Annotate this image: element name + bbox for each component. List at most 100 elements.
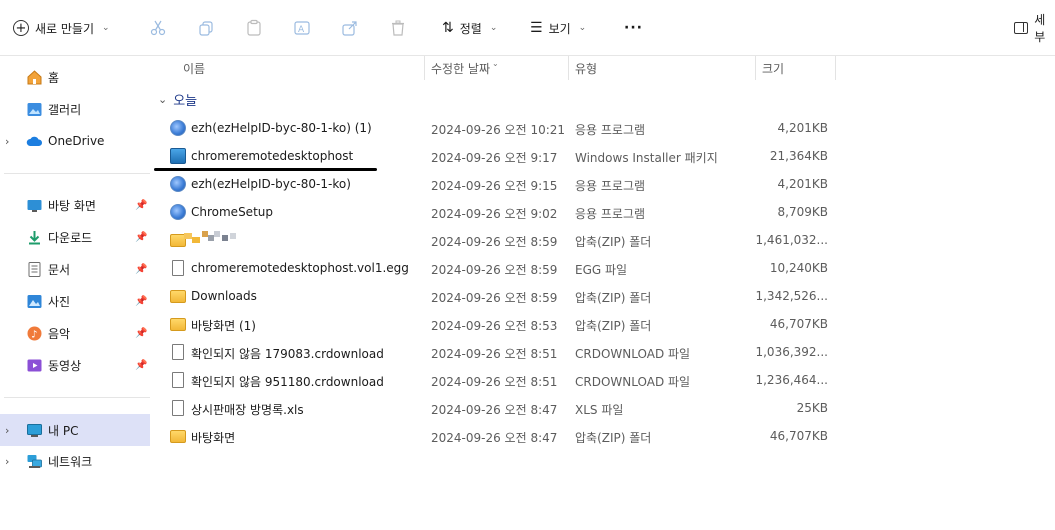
chevron-right-icon[interactable]: › [5, 424, 9, 437]
pin-icon[interactable]: 📌 [135, 200, 147, 211]
more-options-button[interactable]: ··· [624, 16, 643, 40]
column-divider[interactable] [424, 56, 425, 80]
details-pane-button[interactable]: 세부 [1014, 13, 1055, 44]
sidebar-item-videos[interactable]: 동영상 📌 [0, 351, 150, 379]
group-header-label: 오늘 [173, 93, 198, 109]
column-header-size[interactable]: 크기 [762, 56, 832, 80]
file-row[interactable]: 확인되지 않음 179083.crdownload 2024-09-26 오전 8… [162, 338, 842, 366]
list-view-icon: ☰ [530, 20, 543, 36]
file-row[interactable]: ChromeSetup 2024-09-26 오전 9:02 응용 프로그램 8,70… [162, 198, 842, 226]
file-row[interactable]: ezh(ezHelpID-byc-80-1-ko) (1) 2024-09-26 … [162, 114, 842, 142]
file-name[interactable]: 확인되지 않음 179083.crdownload [191, 345, 384, 362]
installer-icon [170, 148, 186, 164]
file-date-modified: 2024-09-26 오전 8:51 [431, 347, 558, 361]
command-bar: + 새로 만들기 ⌄ A ⇅ 정렬 ⌄ ☰ 보기 ⌄ ··· 세부 [0, 0, 1055, 56]
file-row[interactable]: 2024-09-26 오전 8:59 압축(ZIP) 폴더 1,461,032... [162, 226, 842, 254]
file-date-modified: 2024-09-26 오전 8:47 [431, 403, 558, 417]
sidebar-item-pictures[interactable]: 사진 📌 [0, 287, 150, 315]
delete-icon[interactable] [388, 18, 408, 38]
file-name[interactable]: ezh(ezHelpID-byc-80-1-ko) [191, 177, 351, 191]
column-divider[interactable] [568, 56, 569, 80]
file-name[interactable]: 바탕화면 [191, 429, 235, 446]
sidebar-item-label: 네트워크 [48, 454, 93, 469]
cut-icon[interactable] [148, 18, 168, 38]
pin-icon[interactable]: 📌 [135, 264, 147, 275]
column-divider[interactable] [835, 56, 836, 80]
file-row[interactable]: Downloads 2024-09-26 오전 8:59 압축(ZIP) 폴더 1,3… [162, 282, 842, 310]
column-header-date-label: 수정한 날짜 [431, 61, 491, 76]
file-row[interactable]: 확인되지 않음 951180.crdownload 2024-09-26 오전 8… [162, 366, 842, 394]
sidebar-item-downloads[interactable]: 다운로드 📌 [0, 223, 150, 251]
pin-icon[interactable]: 📌 [135, 232, 147, 243]
file-date-modified: 2024-09-26 오전 8:53 [431, 319, 558, 333]
file-row[interactable]: ezh(ezHelpID-byc-80-1-ko) 2024-09-26 오전 9… [162, 170, 842, 198]
file-icon [172, 400, 184, 416]
sidebar-item-music[interactable]: ♪ 음악 📌 [0, 319, 150, 347]
file-date-modified: 2024-09-26 오전 8:59 [431, 291, 558, 305]
sidebar-item-label: 동영상 [48, 358, 82, 373]
file-name[interactable]: Downloads [191, 289, 257, 303]
share-icon[interactable] [340, 18, 360, 38]
sidebar-item-onedrive[interactable]: › OneDrive [0, 127, 150, 155]
file-row[interactable]: 바탕화면 2024-09-26 오전 8:47 압축(ZIP) 폴더 46,707KB [162, 422, 842, 450]
copy-icon[interactable] [196, 18, 216, 38]
file-name[interactable]: chromeremotedesktophost.vol1.egg [191, 261, 409, 275]
svg-text:♪: ♪ [31, 329, 37, 340]
sidebar-item-label: 사진 [48, 294, 71, 309]
home-icon [26, 69, 43, 86]
sidebar-item-label: 문서 [48, 262, 71, 277]
chevron-right-icon[interactable]: › [5, 455, 9, 468]
file-row[interactable]: 바탕화면 (1) 2024-09-26 오전 8:53 압축(ZIP) 폴더 46,7… [162, 310, 842, 338]
file-name[interactable]: chromeremotedesktophost [191, 149, 353, 163]
sidebar-item-documents[interactable]: 문서 📌 [0, 255, 150, 283]
sort-indicator-icon: ⌄ [492, 58, 499, 68]
file-size: 8,709KB [777, 205, 828, 219]
file-type: 압축(ZIP) 폴더 [575, 431, 652, 445]
zip-folder-icon [170, 290, 186, 303]
file-name[interactable]: 확인되지 않음 951180.crdownload [191, 373, 384, 390]
sort-icon: ⇅ [442, 20, 454, 36]
sort-button[interactable]: ⇅ 정렬 ⌄ [442, 16, 497, 40]
file-date-modified: 2024-09-26 오전 8:59 [431, 235, 558, 249]
pin-icon[interactable]: 📌 [135, 328, 147, 339]
file-icon [172, 260, 184, 276]
rename-icon[interactable]: A [292, 18, 312, 38]
plus-circle-icon: + [13, 20, 29, 36]
column-header-type[interactable]: 유형 [575, 56, 755, 80]
pin-icon[interactable]: 📌 [135, 296, 147, 307]
sidebar-item-gallery[interactable]: 갤러리 [0, 95, 150, 123]
file-row[interactable]: chromeremotedesktophost.vol1.egg 2024-09-… [162, 254, 842, 282]
file-date-modified: 2024-09-26 오전 9:17 [431, 151, 558, 165]
file-name[interactable]: ChromeSetup [191, 205, 273, 219]
new-button[interactable]: + 새로 만들기 ⌄ [13, 16, 110, 40]
file-type: 응용 프로그램 [575, 179, 646, 193]
file-name[interactable]: 상시판매장 방명록.xls [191, 401, 304, 418]
chevron-right-icon[interactable]: › [5, 135, 9, 148]
file-name[interactable]: 바탕화면 (1) [191, 317, 256, 334]
column-header-name[interactable]: 이름 [183, 56, 423, 80]
group-header-today[interactable]: ⌄ 오늘 [158, 88, 197, 110]
gallery-icon [26, 101, 43, 118]
zip-folder-icon [170, 430, 186, 443]
sidebar-item-home[interactable]: 홈 [0, 63, 150, 91]
paste-icon[interactable] [244, 18, 264, 38]
view-button[interactable]: ☰ 보기 ⌄ [530, 16, 586, 40]
sidebar-item-desktop[interactable]: 바탕 화면 📌 [0, 191, 150, 219]
file-icon [172, 344, 184, 360]
download-icon [26, 229, 43, 246]
sidebar-item-label: 내 PC [48, 423, 79, 438]
sidebar-item-this-pc[interactable]: › 내 PC [0, 414, 150, 446]
column-header-date[interactable]: 수정한 날짜 ⌄ [431, 56, 571, 80]
music-icon: ♪ [26, 325, 43, 342]
pin-icon[interactable]: 📌 [135, 360, 147, 371]
file-size: 4,201KB [777, 121, 828, 135]
file-row[interactable]: 상시판매장 방명록.xls 2024-09-26 오전 8:47 XLS 파일 25K… [162, 394, 842, 422]
column-divider[interactable] [755, 56, 756, 80]
file-row[interactable]: chromeremotedesktophost 2024-09-26 오전 9:1… [162, 142, 842, 170]
application-icon [170, 120, 186, 136]
file-name[interactable]: ezh(ezHelpID-byc-80-1-ko) (1) [191, 121, 372, 135]
file-size: 21,364KB [769, 149, 828, 163]
sidebar-item-network[interactable]: › 네트워크 [0, 447, 150, 475]
sidebar-item-label: 바탕 화면 [48, 198, 96, 213]
application-icon [170, 204, 186, 220]
